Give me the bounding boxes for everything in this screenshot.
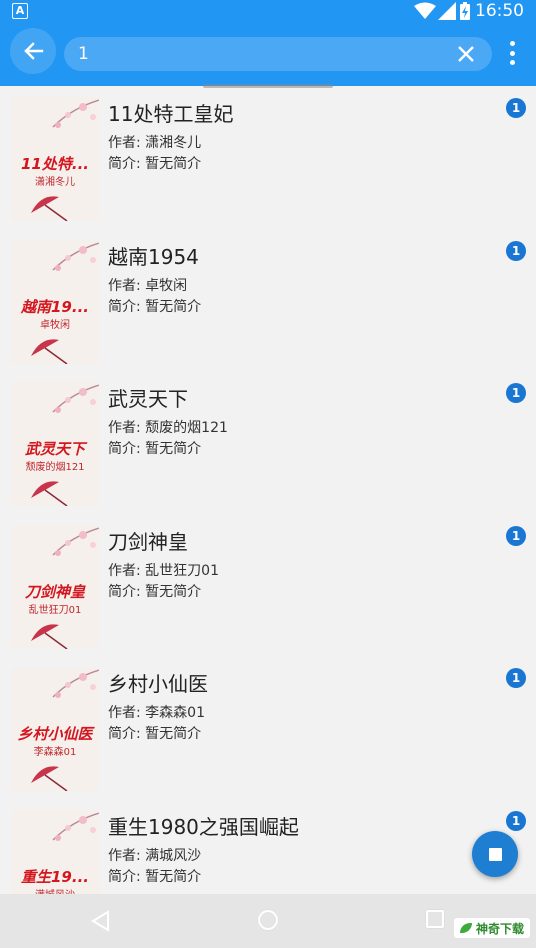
book-intro: 简介: 暂无简介 xyxy=(108,584,202,600)
umbrella-decoration xyxy=(31,624,68,649)
unread-badge: 1 xyxy=(506,241,526,261)
book-title: 刀剑神皇 xyxy=(108,530,188,554)
book-cover: 越南19... 卓牧闲 xyxy=(11,240,99,364)
book-title: 武灵天下 xyxy=(108,387,188,411)
list-item[interactable]: 越南19... 卓牧闲 越南1954 作者: 卓牧闲 简介: 暂无简介 1 xyxy=(0,229,536,371)
book-author: 作者: 满城风沙 xyxy=(108,848,202,864)
book-title: 越南1954 xyxy=(108,245,199,269)
unread-badge: 1 xyxy=(506,668,526,688)
blossom-branch-decoration xyxy=(52,384,99,413)
watermark-text: 神奇下载 xyxy=(475,921,524,936)
list-item[interactable]: 武灵天下 颓废的烟121 武灵天下 作者: 颓废的烟121 简介: 暂无简介 1 xyxy=(0,371,536,513)
cover-author: 卓牧闲 xyxy=(40,320,70,331)
book-intro: 简介: 暂无简介 xyxy=(108,156,202,172)
battery-icon xyxy=(460,2,470,20)
stop-fab-button[interactable] xyxy=(472,831,518,877)
unread-badge: 1 xyxy=(506,526,526,546)
book-cover: 武灵天下 颓废的烟121 xyxy=(11,382,99,506)
book-intro: 简介: 暂无简介 xyxy=(108,441,202,457)
book-intro: 简介: 暂无简介 xyxy=(108,299,202,315)
search-results-list: 11处特... 潇湘冬儿 11处特工皇妃 作者: 潇湘冬儿 简介: 暂无简介 1… xyxy=(0,86,536,894)
book-intro: 简介: 暂无简介 xyxy=(108,726,202,742)
umbrella-decoration xyxy=(31,196,68,221)
book-cover: 11处特... 潇湘冬儿 xyxy=(11,97,99,221)
umbrella-decoration xyxy=(31,481,68,506)
book-title: 乡村小仙医 xyxy=(108,672,208,696)
search-input[interactable] xyxy=(78,40,438,68)
back-button[interactable] xyxy=(10,28,56,74)
cover-author: 颓废的烟121 xyxy=(25,462,85,473)
search-box xyxy=(64,37,492,71)
cover-title: 越南19... xyxy=(21,298,89,316)
book-intro: 简介: 暂无简介 xyxy=(108,869,202,885)
cover-title: 刀剑神皇 xyxy=(24,583,85,601)
book-title: 11处特工皇妃 xyxy=(108,102,234,126)
watermark-logo: 神奇下载 xyxy=(453,918,530,938)
cover-title: 11处特... xyxy=(21,155,89,173)
unread-badge: 1 xyxy=(506,811,526,831)
cover-title: 重生19... xyxy=(21,868,89,886)
clock: 16:50 xyxy=(475,1,524,21)
cover-title: 武灵天下 xyxy=(24,440,85,458)
close-icon xyxy=(458,46,474,62)
book-author: 作者: 李森森01 xyxy=(108,705,205,721)
wifi-icon xyxy=(414,2,436,19)
book-cover: 乡村小仙医 李森森01 xyxy=(11,667,99,791)
leaf-icon xyxy=(459,923,472,933)
nav-back-icon[interactable] xyxy=(90,910,110,932)
book-author: 作者: 颓废的烟121 xyxy=(108,420,228,436)
book-cover: 重生19... 满城风沙 xyxy=(11,810,99,894)
cover-author: 李森森01 xyxy=(33,747,77,758)
more-vert-icon xyxy=(509,41,515,46)
book-title: 重生1980之强国崛起 xyxy=(108,815,299,839)
stop-icon xyxy=(488,847,502,861)
cover-author: 潇湘冬儿 xyxy=(35,177,75,188)
more-options-button[interactable] xyxy=(500,38,524,68)
cover-author: 满城风沙 xyxy=(11,886,99,894)
cover-author: 乱世狂刀01 xyxy=(28,605,82,616)
nav-recents-icon[interactable] xyxy=(426,910,444,928)
list-item[interactable]: 刀剑神皇 乱世狂刀01 刀剑神皇 作者: 乱世狂刀01 简介: 暂无简介 1 xyxy=(0,514,536,656)
blossom-branch-decoration xyxy=(52,99,99,128)
blossom-branch-decoration xyxy=(52,527,99,556)
unread-badge: 1 xyxy=(506,383,526,403)
blossom-branch-decoration xyxy=(52,812,99,841)
list-item[interactable]: 乡村小仙医 李森森01 乡村小仙医 作者: 李森森01 简介: 暂无简介 1 xyxy=(0,656,536,798)
nav-home-icon[interactable] xyxy=(258,910,278,930)
app-notification-icon: A xyxy=(12,3,28,19)
blossom-branch-decoration xyxy=(52,669,99,698)
list-item[interactable]: 重生19... 满城风沙 重生1980之强国崛起 作者: 满城风沙 简介: 暂无… xyxy=(0,799,536,894)
list-item[interactable]: 11处特... 潇湘冬儿 11处特工皇妃 作者: 潇湘冬儿 简介: 暂无简介 1 xyxy=(0,86,536,228)
book-author: 作者: 乱世狂刀01 xyxy=(108,563,219,579)
system-navigation-bar: 神奇下载 xyxy=(0,894,536,948)
umbrella-decoration xyxy=(31,766,68,791)
blossom-branch-decoration xyxy=(52,242,99,271)
book-author: 作者: 潇湘冬儿 xyxy=(108,135,202,151)
book-author: 作者: 卓牧闲 xyxy=(108,278,188,294)
umbrella-decoration xyxy=(31,339,68,364)
cover-title: 乡村小仙医 xyxy=(17,725,93,743)
status-bar: A 16:50 xyxy=(0,0,536,22)
clear-search-button[interactable] xyxy=(454,42,478,66)
arrow-left-icon xyxy=(24,42,44,60)
app-bar xyxy=(0,22,536,86)
book-cover: 刀剑神皇 乱世狂刀01 xyxy=(11,525,99,649)
unread-badge: 1 xyxy=(506,98,526,118)
signal-icon xyxy=(438,2,456,20)
